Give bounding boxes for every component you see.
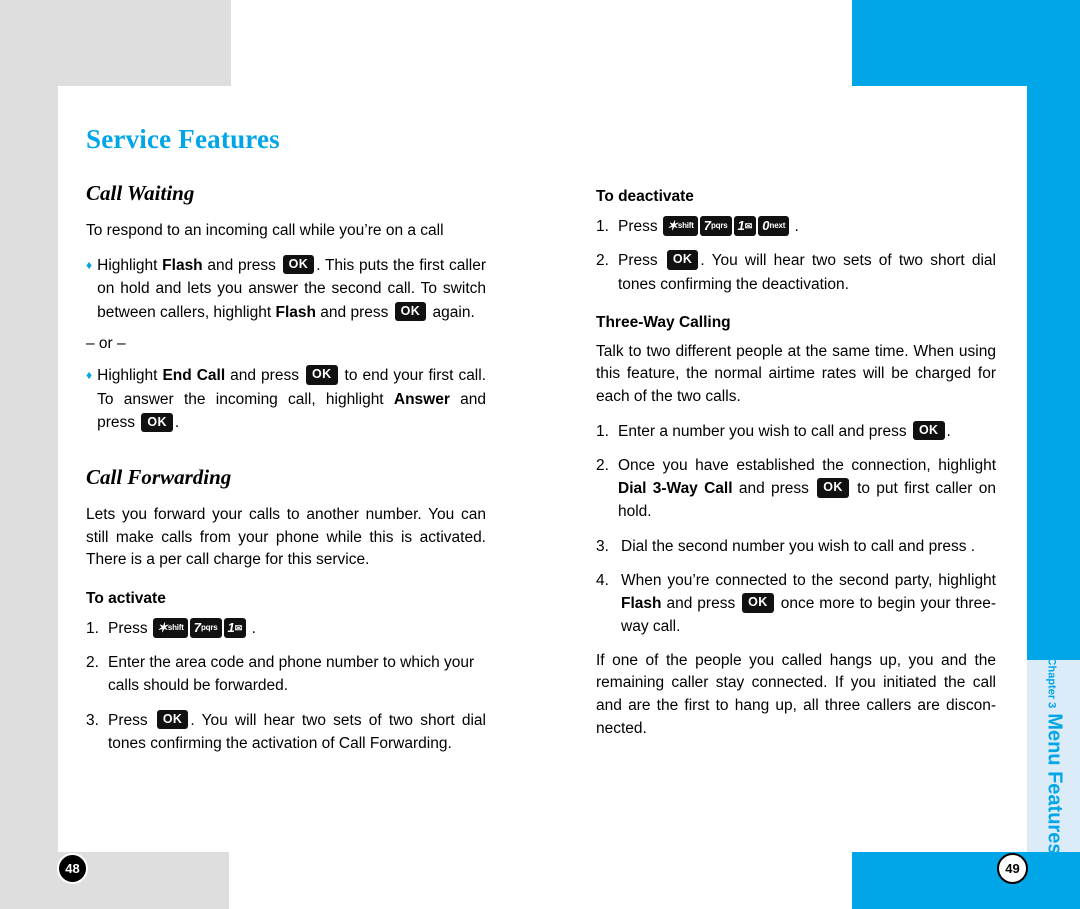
step-number: 2.: [596, 252, 609, 270]
ok-key-icon: OK: [817, 478, 849, 498]
to-activate-step-2: 2. Enter the area code and phone number …: [86, 651, 486, 698]
ok-key-icon: OK: [156, 709, 189, 730]
call-waiting-bullet-1-body: Highlight Flash and press OK. This puts …: [97, 254, 486, 325]
to-activate-step-1-body: Press ✶shift 7pqrs 1✉ .: [108, 617, 486, 640]
to-deactivate-step-1-body: Press ✶shift 7pqrs 1✉ 0next .: [618, 215, 996, 238]
section-call-forwarding-heading: Call Forwarding: [86, 464, 232, 489]
to-activate-step-3-body: Press OK. You will hear two sets of two …: [108, 709, 486, 756]
to-activate-step-2-body: Enter the area code and phone number to …: [108, 654, 475, 695]
three-way-calling-outro: If one of the people you called hangs up…: [596, 651, 996, 737]
ok-key-icon: OK: [394, 301, 427, 322]
three-way-step-3-body: Dial the second number you wish to call …: [621, 537, 976, 555]
step-number: 3.: [596, 537, 609, 555]
tw-s1-post: .: [946, 422, 951, 440]
ok-key-icon: OK: [742, 593, 774, 613]
to-deactivate-heading: To deactivate: [596, 188, 694, 205]
step-number: 1.: [596, 422, 609, 440]
section-call-waiting-heading: Call Waiting: [86, 181, 195, 205]
seven-pqrs-key-icon: 7pqrs: [699, 215, 732, 236]
ok-key-icon: OK: [141, 412, 173, 433]
cw-b2-part2: and press: [225, 367, 304, 385]
star-shift-key-icon: ✶shift: [152, 617, 188, 638]
call-forwarding-intro: Lets you forward your calls to another n…: [86, 505, 486, 569]
step-number: 1.: [596, 218, 609, 235]
td-s1-pre: Press: [618, 218, 662, 235]
tw-s1-pre: Enter a number you wish to call and pres…: [618, 422, 911, 440]
step-number: 2.: [596, 456, 609, 474]
left-column: Service Features Call Waiting To respond…: [86, 124, 486, 766]
cw-b2-bold-answer: Answer: [393, 390, 450, 408]
three-way-step-1: 1. Enter a number you wish to call and p…: [596, 420, 996, 443]
step-number: 4.: [596, 571, 609, 589]
to-deactivate-step-2-body: Press OK. You will hear two sets of two …: [618, 249, 996, 296]
tw-s2-pre: Once you have established the connection…: [618, 456, 996, 474]
one-mail-key-icon: 1✉: [223, 617, 247, 638]
call-waiting-intro: To respond to an incoming call while you…: [86, 222, 444, 239]
cw-b1-bold-flash: Flash: [162, 256, 203, 274]
right-column: To deactivate 1. Press ✶shift 7pqrs 1✉ 0nex…: [596, 188, 996, 751]
ok-key-icon: OK: [912, 420, 945, 441]
manual-page: Chapter 3 Menu Features 48 49 Service Fe…: [0, 0, 1080, 909]
ok-key-icon: OK: [282, 254, 315, 275]
one-mail-key-icon: 1✉: [733, 215, 757, 236]
three-way-calling-intro: Talk to two different people at the same…: [596, 342, 996, 405]
cw-b1-part1: Highlight: [97, 256, 163, 274]
ta-s1-pre: Press: [108, 619, 152, 637]
cw-b2-bold-end-call: End Call: [162, 367, 226, 385]
ta-s1-post: .: [247, 619, 256, 637]
cw-b2-part1: Highlight: [97, 367, 163, 385]
step-number: 3.: [86, 711, 99, 729]
tw-s2-bold-dial-3way: Dial 3-Way Call: [618, 480, 733, 498]
zero-next-key-icon: 0next: [758, 215, 790, 236]
three-way-step-4: 4. When you’re connected to the second p…: [596, 569, 996, 639]
td-s1-post: .: [790, 218, 799, 235]
diamond-bullet-icon: ♦: [86, 368, 93, 383]
page-content: Service Features Call Waiting To respond…: [0, 0, 1080, 909]
three-way-step-4-body: When you’re connected to the second part…: [621, 569, 996, 639]
cw-b2-part5: .: [174, 414, 180, 432]
cw-b1-part5: again.: [428, 303, 475, 321]
page-title: Service Features: [86, 124, 280, 154]
cw-b1-part2: and press: [202, 256, 281, 274]
ta-s3-pre: Press: [108, 711, 155, 729]
call-waiting-or-separator: – or –: [86, 335, 126, 353]
call-waiting-bullet-2-body: Highlight End Call and press OK to end y…: [97, 364, 486, 435]
to-activate-step-3: 3. Press OK. You will hear two sets of t…: [86, 709, 486, 756]
diamond-bullet-icon: ♦: [86, 257, 93, 272]
td-s2-pre: Press: [618, 252, 665, 270]
three-way-step-3: 3. Dial the second number you wish to ca…: [596, 535, 996, 558]
tw-s4-pre: When you’re connected to the second part…: [621, 571, 996, 589]
three-way-step-2-body: Once you have established the connection…: [618, 454, 996, 524]
to-deactivate-step-1: 1. Press ✶shift 7pqrs 1✉ 0next .: [596, 215, 996, 238]
ok-key-icon: OK: [305, 365, 338, 385]
tw-s4-mid: and press: [661, 595, 741, 613]
call-waiting-bullet-2: ♦ Highlight End Call and press OK to end…: [86, 364, 486, 435]
star-shift-key-icon: ✶shift: [662, 215, 698, 236]
cw-b1-part4: and press: [315, 303, 393, 321]
to-deactivate-step-2: 2. Press OK. You will hear two sets of t…: [596, 249, 996, 296]
tw-s4-bold-flash: Flash: [621, 595, 662, 613]
three-way-step-1-body: Enter a number you wish to call and pres…: [618, 420, 996, 443]
step-number: 1.: [86, 619, 99, 637]
to-activate-heading: To activate: [86, 589, 166, 607]
seven-pqrs-key-icon: 7pqrs: [189, 617, 222, 638]
three-way-calling-heading: Three-Way Calling: [596, 313, 731, 331]
cw-b1-bold-flash-2: Flash: [275, 303, 316, 321]
to-activate-step-1: 1. Press ✶shift 7pqrs 1✉ .: [86, 617, 486, 640]
tw-s2-mid: and press: [732, 480, 816, 498]
three-way-step-2: 2. Once you have established the connect…: [596, 454, 996, 524]
ok-key-icon: OK: [666, 250, 699, 270]
call-waiting-bullet-1: ♦ Highlight Flash and press OK. This put…: [86, 254, 486, 325]
step-number: 2.: [86, 654, 99, 672]
